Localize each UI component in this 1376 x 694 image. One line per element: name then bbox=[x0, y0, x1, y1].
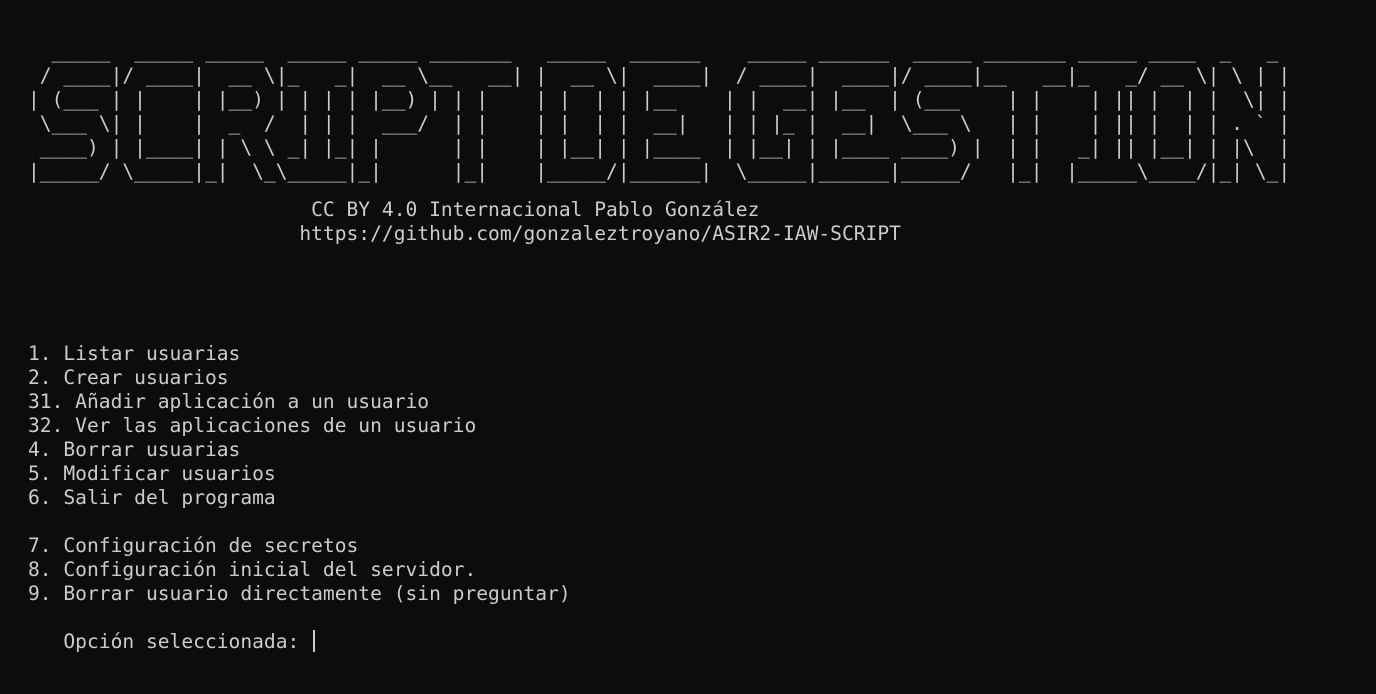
menu-item-borrar-usuarias: 4. Borrar usuarias bbox=[28, 438, 241, 461]
menu-item-borrar-directamente: 9. Borrar usuario directamente (sin preg… bbox=[28, 582, 571, 605]
menu-item-anadir-aplicacion: 31. Añadir aplicación a un usuario bbox=[28, 390, 430, 413]
repo-url-text: https://github.com/gonzaleztroyano/ASIR2… bbox=[28, 222, 901, 245]
menu-item-crear-usuarios: 2. Crear usuarios bbox=[28, 366, 229, 389]
terminal-window[interactable]: _____ _____ _____ _____ _____ _______ __… bbox=[0, 0, 1376, 694]
license-text: CC BY 4.0 Internacional Pablo González bbox=[28, 198, 760, 221]
menu-item-ver-aplicaciones: 32. Ver las aplicaciones de un usuario bbox=[28, 414, 477, 437]
menu-item-listar-usuarias: 1. Listar usuarias bbox=[28, 342, 241, 365]
option-prompt-label: Opción seleccionada: bbox=[28, 630, 312, 653]
menu-item-configuracion-servidor: 8. Configuración inicial del servidor. bbox=[28, 558, 477, 581]
text-cursor[interactable] bbox=[313, 630, 316, 652]
menu-item-salir: 6. Salir del programa bbox=[28, 486, 276, 509]
ascii-banner-script-de-gestion: _____ _____ _____ _____ _____ _______ __… bbox=[28, 40, 1291, 183]
menu-item-configuracion-secretos: 7. Configuración de secretos bbox=[28, 534, 359, 557]
option-prompt[interactable]: Opción seleccionada: bbox=[28, 630, 316, 654]
menu-item-modificar-usuarios: 5. Modificar usuarios bbox=[28, 462, 276, 485]
